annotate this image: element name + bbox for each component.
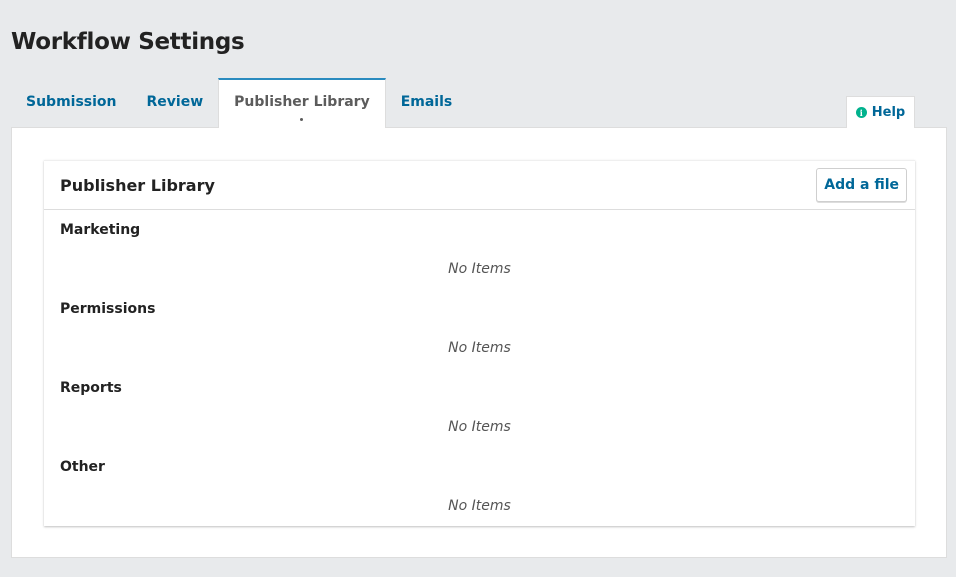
tab-panel: Publisher Library Add a file Marketing N… xyxy=(11,127,947,558)
settings-tabs: Submission Review Publisher Library Emai… xyxy=(11,78,467,128)
tab-submission[interactable]: Submission xyxy=(11,78,132,128)
help-button[interactable]: i Help xyxy=(846,96,915,128)
page-title: Workflow Settings xyxy=(11,29,245,55)
category-other: Other No Items xyxy=(44,447,915,526)
help-label: Help xyxy=(871,105,906,120)
empty-message: No Items xyxy=(448,261,511,277)
empty-message: No Items xyxy=(448,340,511,356)
category-reports: Reports No Items xyxy=(44,368,915,447)
grid-header: Publisher Library Add a file xyxy=(44,161,915,210)
add-file-button[interactable]: Add a file xyxy=(816,168,907,202)
empty-message: No Items xyxy=(448,419,511,435)
tab-label: Review xyxy=(146,94,204,110)
grid-title: Publisher Library xyxy=(60,175,215,195)
category-marketing: Marketing No Items xyxy=(44,210,915,289)
tab-label: Submission xyxy=(26,94,117,110)
active-tab-indicator xyxy=(300,118,304,121)
category-label: Permissions xyxy=(60,301,156,317)
category-label: Other xyxy=(60,459,105,475)
info-icon: i xyxy=(855,107,867,118)
tab-emails[interactable]: Emails xyxy=(386,78,468,128)
publisher-library-grid: Publisher Library Add a file Marketing N… xyxy=(44,160,915,526)
tab-label: Publisher Library xyxy=(234,94,370,110)
tab-review[interactable]: Review xyxy=(132,78,219,128)
tab-publisher-library[interactable]: Publisher Library xyxy=(218,78,386,128)
tab-label: Emails xyxy=(400,94,453,110)
category-permissions: Permissions No Items xyxy=(44,289,915,368)
category-label: Marketing xyxy=(60,222,141,238)
category-label: Reports xyxy=(60,380,122,396)
empty-message: No Items xyxy=(448,498,511,514)
